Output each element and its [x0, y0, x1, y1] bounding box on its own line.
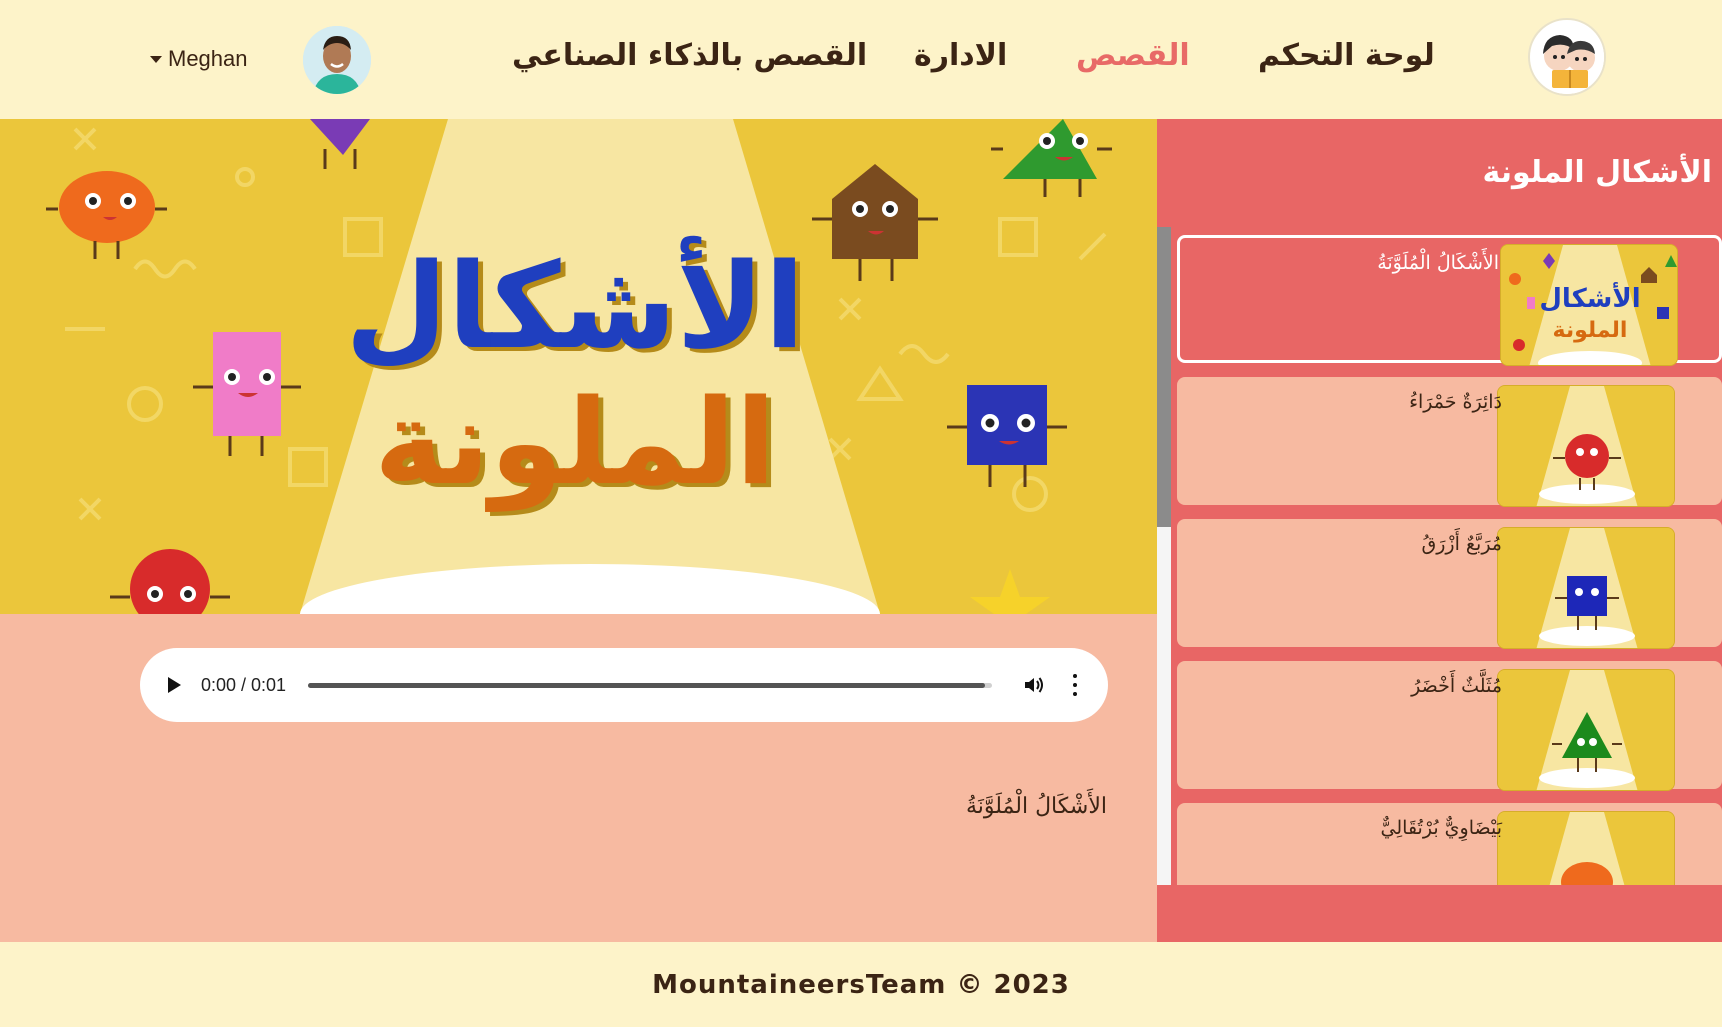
- story-text: الأَشْكَالُ الْمُلَوَّنَةُ: [965, 794, 1107, 819]
- svg-text:الأشكال: الأشكال: [1539, 282, 1640, 314]
- sidebar-list[interactable]: الأشكال الملونة الأَشْكَالُ الْمُلَوَّنَ…: [1157, 227, 1722, 885]
- user-menu-toggle[interactable]: Meghan: [150, 46, 248, 72]
- app-logo[interactable]: [1528, 18, 1606, 96]
- play-icon[interactable]: [168, 677, 181, 693]
- list-item-label: مُثَلَّثٌ أَخْضَرُ: [1411, 675, 1502, 697]
- top-navbar: لوحة التحكم القصص الادارة القصص بالذكاء …: [0, 0, 1722, 119]
- story-pages-sidebar: الأشكال الملونة الأشكال الملونة الأَشْكَ…: [1157, 119, 1722, 942]
- blue-square-icon: [1497, 527, 1675, 649]
- audio-time: 0:00 / 0:01: [201, 674, 287, 695]
- list-item-label: الأَشْكَالُ الْمُلَوَّنَةُ: [1377, 252, 1499, 274]
- audio-progress-fill: [308, 682, 986, 688]
- caret-down-icon: [150, 55, 162, 63]
- list-item-label: مُرَبَّعٌ أَزْرَقُ: [1421, 533, 1502, 555]
- list-item-label: بَيْضَاوِيٌّ بُرْتُقَالِيٌّ: [1380, 817, 1502, 839]
- cover-title-line2: الملونة: [374, 372, 776, 511]
- list-item-page-3[interactable]: مُرَبَّعٌ أَزْرَقُ: [1177, 519, 1722, 649]
- story-player-area: 0:00 / 0:01 الأَشْكَالُ الْمُلَوَّنَةُ: [0, 614, 1157, 942]
- list-item-page-1[interactable]: الأشكال الملونة الأَشْكَالُ الْمُلَوَّنَ…: [1177, 235, 1722, 366]
- cover-icon: الأشكال الملونة: [1500, 244, 1678, 366]
- audio-progress-bar[interactable]: [308, 682, 992, 688]
- svg-text:الملونة: الملونة: [1553, 318, 1628, 343]
- list-item-label: دَائِرَةٌ حَمْرَاءُ: [1409, 391, 1502, 413]
- story-illustration: الأشكال الملونة: [0, 119, 1157, 614]
- user-name: Meghan: [168, 46, 248, 71]
- cover-title: الأشكال الملونة: [340, 237, 810, 511]
- user-avatar[interactable]: [303, 26, 371, 94]
- footer: MountaineersTeam © 2023: [0, 942, 1722, 1027]
- footer-copyright: MountaineersTeam © 2023: [652, 970, 1070, 1000]
- nav-stories[interactable]: القصص: [1076, 38, 1190, 73]
- list-item-page-5[interactable]: بَيْضَاوِيٌّ بُرْتُقَالِيٌّ: [1177, 803, 1722, 885]
- more-options-icon[interactable]: [1072, 674, 1078, 696]
- audio-player: 0:00 / 0:01: [140, 648, 1108, 722]
- red-circle-icon: [1497, 385, 1675, 507]
- scrollbar[interactable]: [1157, 227, 1171, 885]
- green-triangle-icon: [1497, 669, 1675, 791]
- volume-icon[interactable]: [1022, 673, 1046, 697]
- nav-ai-stories[interactable]: القصص بالذكاء الصناعي: [512, 38, 867, 73]
- scrollbar-thumb[interactable]: [1157, 227, 1171, 527]
- list-item-page-4[interactable]: مُثَلَّثٌ أَخْضَرُ: [1177, 661, 1722, 791]
- nav-dashboard[interactable]: لوحة التحكم: [1258, 38, 1435, 73]
- cover-title-line1: الأشكال: [345, 237, 805, 375]
- list-item-page-2[interactable]: دَائِرَةٌ حَمْرَاءُ: [1177, 377, 1722, 507]
- sidebar-title: الأشكال الملونة: [1482, 155, 1712, 190]
- nav-management[interactable]: الادارة: [914, 38, 1007, 73]
- orange-oval-icon: [1497, 811, 1675, 885]
